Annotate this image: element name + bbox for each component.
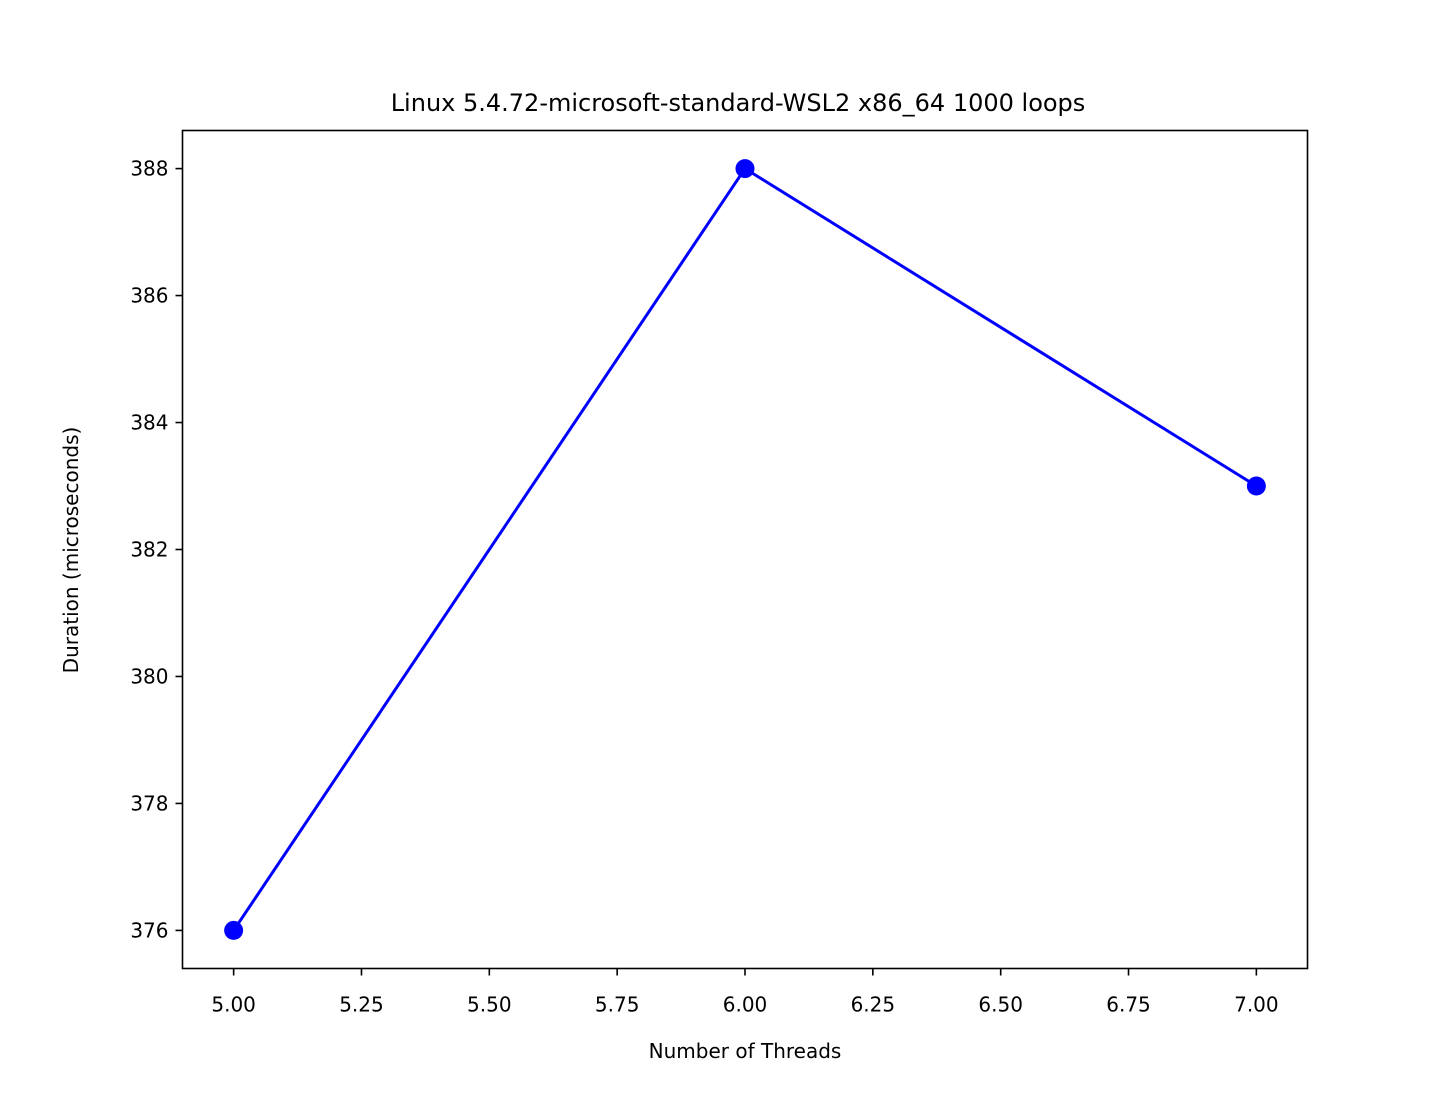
figure-background (0, 0, 1452, 1089)
x-tick-label: 5.00 (211, 993, 256, 1017)
x-tick-label: 5.75 (595, 993, 640, 1017)
x-tick-label: 5.50 (467, 993, 512, 1017)
x-tick-label: 6.50 (978, 993, 1023, 1017)
line-chart: Linux 5.4.72-microsoft-standard-WSL2 x86… (0, 0, 1452, 1089)
y-tick-label: 380 (130, 664, 168, 688)
chart-title: Linux 5.4.72-microsoft-standard-WSL2 x86… (391, 89, 1086, 117)
x-tick-label: 7.00 (1234, 993, 1279, 1017)
x-tick-label: 6.00 (723, 993, 768, 1017)
chart-figure: Linux 5.4.72-microsoft-standard-WSL2 x86… (0, 0, 1452, 1089)
x-tick-label: 6.75 (1106, 993, 1151, 1017)
x-tick-label: 5.25 (339, 993, 384, 1017)
data-point (735, 159, 755, 179)
y-tick-label: 382 (130, 538, 168, 562)
y-tick-label: 386 (130, 284, 168, 308)
y-axis-label: Duration (microseconds) (59, 427, 83, 674)
data-point (1246, 476, 1266, 496)
data-point (224, 920, 244, 940)
x-axis-label: Number of Threads (649, 1039, 842, 1063)
y-tick-label: 378 (130, 791, 168, 815)
x-tick-label: 6.25 (851, 993, 896, 1017)
y-tick-label: 384 (130, 411, 168, 435)
y-tick-label: 388 (130, 157, 168, 181)
y-tick-label: 376 (130, 918, 168, 942)
